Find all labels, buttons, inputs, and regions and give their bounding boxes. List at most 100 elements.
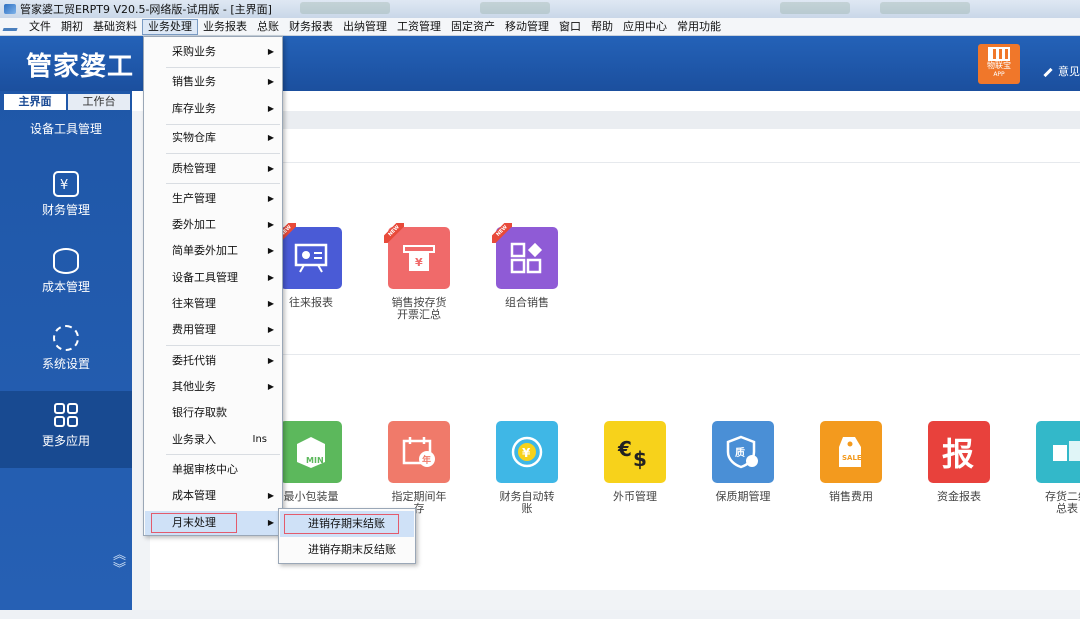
menu-item-label: 单据审核中心 — [172, 463, 238, 476]
taskbar-blur — [880, 2, 970, 14]
menu-file[interactable]: 文件 — [24, 19, 56, 35]
taskbar-blur — [300, 2, 390, 14]
menu-item-equipment[interactable]: 设备工具管理 ▶ — [145, 266, 281, 290]
taskbar-blur — [480, 2, 550, 14]
menu-item-consignment[interactable]: 委托代销 ▶ — [145, 349, 281, 373]
menu-item-month-end[interactable]: 月末处理 ▶ — [145, 511, 281, 535]
tile-shelf-life[interactable]: 质 保质期管理 — [698, 421, 788, 503]
svg-text:MIN: MIN — [306, 456, 324, 465]
tile-period-year-stock[interactable]: 年 指定期间年 存 — [374, 421, 464, 515]
menu-cashier[interactable]: 出纳管理 — [338, 19, 392, 35]
menu-item-inventory[interactable]: 库存业务 ▶ — [145, 97, 281, 121]
menu-opening[interactable]: 期初 — [56, 19, 88, 35]
tile-label: 资金报表 — [937, 490, 981, 503]
menu-item-document-review[interactable]: 单据审核中心 — [145, 458, 281, 482]
menu-item-label: 库存业务 — [172, 102, 216, 115]
sidebar-item-cost[interactable]: 成本管理 — [0, 248, 132, 295]
shortcut-label: Ins — [252, 434, 268, 445]
menu-general-ledger[interactable]: 总账 — [252, 19, 284, 35]
tile-label: 外币管理 — [613, 490, 657, 503]
menu-item-period-reopen[interactable]: 进销存期末反结账 — [280, 537, 414, 563]
app-download-badge[interactable]: 物联宝 APP — [978, 44, 1020, 84]
divider — [150, 162, 1080, 163]
menu-item-label: 销售业务 — [172, 75, 216, 88]
app-logo: 管家婆工 — [26, 52, 135, 82]
menu-item-production[interactable]: 生产管理 ▶ — [145, 187, 281, 211]
tile-foreign-currency[interactable]: € $ 外币管理 — [590, 421, 680, 503]
menu-item-sales[interactable]: 销售业务 ▶ — [145, 70, 281, 94]
menu-common-functions[interactable]: 常用功能 — [672, 19, 726, 35]
menu-item-cost-management[interactable]: 成本管理 ▶ — [145, 484, 281, 508]
menu-item-other-business[interactable]: 其他业务 ▶ — [145, 375, 281, 399]
menu-financial-reports[interactable]: 财务报表 — [284, 19, 338, 35]
menu-basic-data[interactable]: 基础资料 — [88, 19, 142, 35]
svg-text:年: 年 — [422, 454, 431, 466]
shield-clock-icon: 质 — [712, 421, 774, 483]
tab-workbench[interactable]: 工作台 — [68, 94, 130, 110]
menu-separator — [166, 345, 280, 346]
menu-item-period-close[interactable]: 进销存期末结账 — [280, 511, 414, 537]
scroll-up-icon[interactable]: ︽ — [113, 549, 126, 563]
menu-item-label: 采购业务 — [172, 45, 216, 58]
highlight-box — [151, 513, 237, 533]
month-end-submenu: 进销存期末结账 进销存期末反结账 — [278, 508, 416, 564]
menu-fixed-assets[interactable]: 固定资产 — [446, 19, 500, 35]
menu-item-bank-deposit[interactable]: 银行存取款 — [145, 401, 281, 425]
grid-icon — [53, 402, 79, 428]
menu-item-label: 委外加工 — [172, 218, 216, 231]
menu-business-reports[interactable]: 业务报表 — [198, 19, 252, 35]
menu-business-processing[interactable]: 业务处理 — [142, 18, 198, 35]
tile-fund-report[interactable]: 报 资金报表 — [914, 421, 1004, 503]
menu-item-label: 质检管理 — [172, 162, 216, 175]
sidebar-item-settings[interactable]: 系统设置 — [0, 325, 132, 372]
menu-mobile[interactable]: 移动管理 — [500, 19, 554, 35]
inventory-boxes-icon — [1036, 421, 1080, 483]
menu-item-expenses[interactable]: 费用管理 ▶ — [145, 318, 281, 342]
sidebar-scroll[interactable]: ︽ ︾ — [113, 549, 126, 577]
tile-combo-sales[interactable]: NEW 组合销售 — [482, 223, 572, 309]
menu-app-center[interactable]: 应用中心 — [618, 19, 672, 35]
tile-label: 销售费用 — [829, 490, 873, 503]
menu-item-simple-outsourcing[interactable]: 简单委外加工 ▶ — [145, 239, 281, 263]
menu-separator — [166, 67, 280, 68]
menu-separator — [166, 153, 280, 154]
svg-text:¥: ¥ — [415, 256, 423, 269]
menu-item-outsourcing[interactable]: 委外加工 ▶ — [145, 213, 281, 237]
sidebar-tabs: 主界面 工作台 — [0, 94, 132, 110]
menu-payroll[interactable]: 工资管理 — [392, 19, 446, 35]
sidebar-item-label: 系统设置 — [41, 357, 90, 371]
main-strip — [150, 111, 1080, 129]
new-badge: NEW — [384, 223, 404, 243]
sidebar-item-more-apps[interactable]: 更多应用 — [0, 391, 132, 468]
scroll-down-icon[interactable]: ︾ — [113, 563, 126, 577]
tile-inventory-2d-summary[interactable]: 存货二维 总表 — [1022, 421, 1080, 515]
finance-icon: ¥ — [53, 171, 79, 197]
status-strip — [0, 610, 1080, 619]
menu-window[interactable]: 窗口 — [554, 19, 586, 35]
menu-help[interactable]: 帮助 — [586, 19, 618, 35]
submenu-arrow-icon: ▶ — [267, 164, 274, 173]
tile-auto-transfer[interactable]: ¥ 财务自动转 账 — [482, 421, 572, 515]
system-menu-icon[interactable] — [2, 22, 20, 31]
menu-item-accounts[interactable]: 往来管理 ▶ — [145, 292, 281, 316]
submenu-arrow-icon: ▶ — [267, 133, 274, 142]
submenu-arrow-icon: ▶ — [267, 194, 274, 203]
sidebar-item-finance[interactable]: ¥ 财务管理 — [0, 171, 132, 218]
sidebar-item-label: 成本管理 — [41, 280, 90, 294]
tab-main[interactable]: 主界面 — [4, 94, 66, 110]
menu-item-label: 其他业务 — [172, 380, 216, 393]
tile-sales-invoice-summary[interactable]: NEW ¥ 销售按存货 开票汇总 — [374, 223, 464, 321]
sale-tag-icon: SALE — [820, 421, 882, 483]
menu-item-label: 进销存期末反结账 — [308, 543, 396, 556]
menu-item-business-entry[interactable]: 业务录入 Ins — [145, 428, 281, 452]
menu-item-label: 生产管理 — [172, 192, 216, 205]
app-badge-label: 物联宝 — [987, 61, 1011, 70]
presentation-icon: NEW — [276, 223, 342, 289]
menu-item-purchase[interactable]: 采购业务 ▶ — [145, 40, 281, 64]
menu-item-physical-warehouse[interactable]: 实物仓库 ▶ — [145, 126, 281, 150]
feedback-link[interactable]: 意见 — [1043, 63, 1080, 79]
sidebar-item-equipment[interactable]: 设备工具管理 — [0, 120, 132, 137]
svg-text:€: € — [617, 437, 632, 461]
menu-item-quality[interactable]: 质检管理 ▶ — [145, 157, 281, 181]
tile-sales-expenses[interactable]: SALE 销售费用 — [806, 421, 896, 503]
